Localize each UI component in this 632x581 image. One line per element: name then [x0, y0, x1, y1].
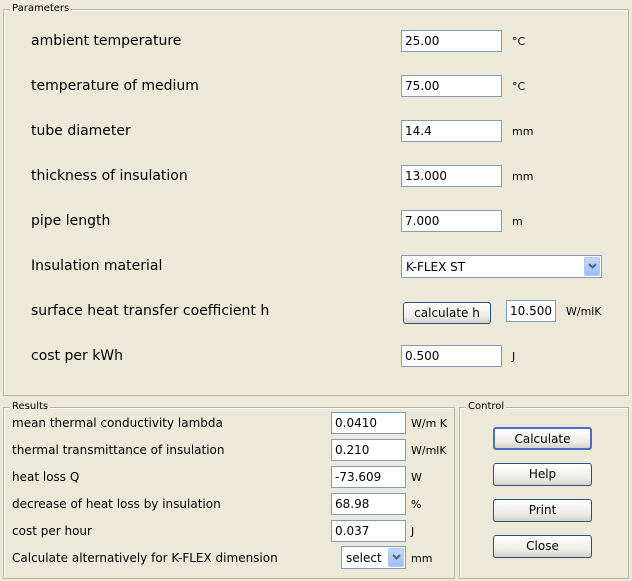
cost-per-kwh-unit: J: [512, 350, 516, 363]
alternative-dimension-value: select: [346, 551, 382, 565]
heat-loss-decrease-field[interactable]: 68.98: [331, 493, 406, 515]
tube-diameter-label: tube diameter: [31, 123, 131, 139]
heat-loss-decrease-label: decrease of heat loss by insulation: [12, 497, 221, 511]
pipe-length-field[interactable]: 7.000: [401, 210, 502, 232]
close-button[interactable]: Close: [493, 535, 592, 558]
thermal-transmittance-label: thermal transmittance of insulation: [12, 443, 225, 457]
insulation-material-select[interactable]: K-FLEX ST: [401, 255, 602, 278]
tube-diameter-field[interactable]: 14.4: [401, 120, 502, 142]
thermal-conductivity-field[interactable]: 0.0410: [331, 412, 406, 434]
alternative-dimension-select[interactable]: select: [341, 546, 406, 569]
alternative-dimension-label: Calculate alternatively for K-FLEX dimen…: [12, 551, 278, 565]
cost-per-kwh-field[interactable]: 0.500: [401, 345, 502, 367]
ambient-temperature-unit: °C: [512, 35, 526, 48]
medium-temperature-label: temperature of medium: [31, 78, 199, 94]
heat-transfer-coefficient-unit: W/mlK: [566, 305, 602, 318]
heat-transfer-coefficient-label: surface heat transfer coefficient h: [31, 303, 270, 319]
medium-temperature-unit: °C: [512, 80, 526, 93]
thermal-conductivity-label: mean thermal conductivity lambda: [12, 416, 223, 430]
control-title: Control: [466, 401, 507, 413]
chevron-down-icon[interactable]: [584, 257, 600, 276]
calculate-h-button[interactable]: calculate h: [403, 302, 491, 324]
calculate-button[interactable]: Calculate: [493, 427, 592, 450]
insulation-material-label: Insulation material: [31, 258, 163, 274]
pipe-length-unit: m: [512, 215, 523, 228]
thermal-transmittance-field[interactable]: 0.210: [331, 439, 406, 461]
medium-temperature-field[interactable]: 75.00: [401, 75, 502, 97]
insulation-thickness-field[interactable]: 13.000: [401, 165, 502, 187]
heat-loss-field[interactable]: -73.609: [331, 466, 406, 488]
ambient-temperature-field[interactable]: 25.00: [401, 30, 502, 52]
tube-diameter-unit: mm: [512, 125, 534, 138]
parameters-group: Parameters: [3, 3, 629, 396]
pipe-length-label: pipe length: [31, 213, 111, 229]
thermal-conductivity-unit: W/m K: [411, 417, 448, 430]
heat-loss-decrease-unit: %: [411, 498, 422, 511]
heat-transfer-coefficient-field[interactable]: 10.500: [506, 300, 556, 322]
heat-loss-label: heat loss Q: [12, 470, 80, 484]
heat-loss-unit: W: [411, 471, 422, 484]
cost-per-hour-field[interactable]: 0.037: [331, 520, 406, 542]
cost-per-hour-label: cost per hour: [12, 524, 92, 538]
insulation-thickness-label: thickness of insulation: [31, 168, 188, 184]
alternative-dimension-unit: mm: [411, 552, 433, 565]
results-title: Results: [10, 401, 51, 413]
insulation-thickness-unit: mm: [512, 170, 534, 183]
help-button[interactable]: Help: [493, 463, 592, 486]
chevron-down-icon[interactable]: [388, 548, 404, 567]
ambient-temperature-label: ambient temperature: [31, 33, 182, 49]
insulation-material-value: K-FLEX ST: [406, 260, 466, 274]
parameters-title: Parameters: [10, 3, 72, 15]
print-button[interactable]: Print: [493, 499, 592, 522]
cost-per-hour-unit: J: [411, 525, 415, 538]
thermal-transmittance-unit: W/mlK: [411, 444, 447, 457]
cost-per-kwh-label: cost per kWh: [31, 348, 124, 364]
